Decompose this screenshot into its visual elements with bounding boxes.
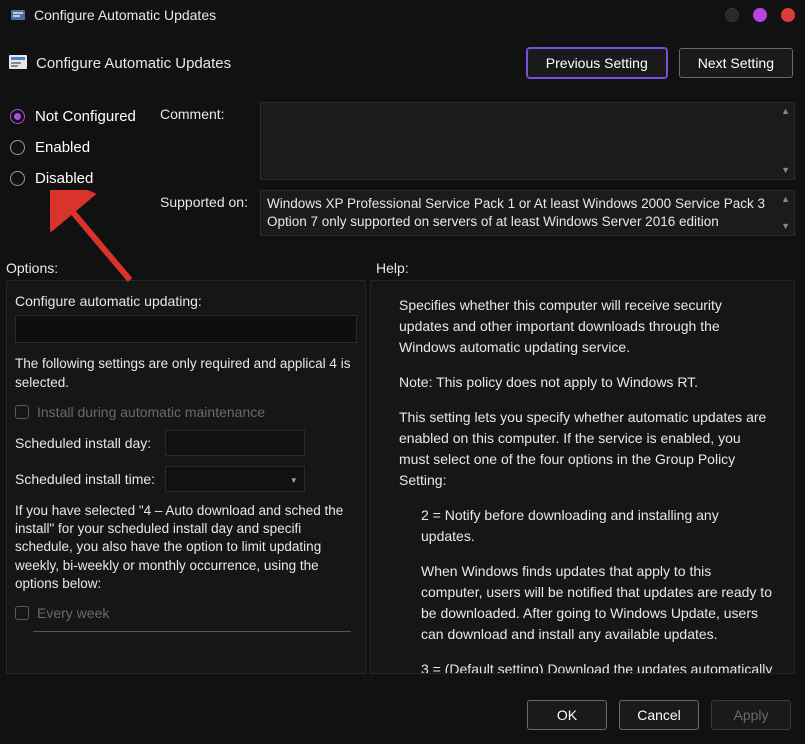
lower-panels: Configure automatic updating: The follow…	[0, 276, 805, 674]
help-header: Help:	[366, 260, 795, 276]
radio-label: Enabled	[35, 139, 90, 156]
radio-icon	[10, 171, 25, 186]
scroll-down-icon[interactable]: ▼	[781, 222, 790, 231]
scheduled-day-dropdown[interactable]	[165, 430, 305, 456]
supported-on-text: Windows XP Professional Service Pack 1 o…	[267, 196, 765, 229]
install-maintenance-checkbox-row[interactable]: Install during automatic maintenance	[15, 404, 357, 420]
install-maintenance-label: Install during automatic maintenance	[37, 404, 265, 420]
help-paragraph: 2 = Notify before downloading and instal…	[399, 505, 774, 547]
help-pane: Specifies whether this computer will rec…	[370, 280, 795, 674]
scheduled-time-dropdown[interactable]: ▾	[165, 466, 305, 492]
policy-title: Configure Automatic Updates	[36, 55, 515, 72]
scroll-up-icon[interactable]: ▲	[781, 107, 790, 116]
configure-updating-label: Configure automatic updating:	[15, 293, 357, 309]
radio-icon	[10, 109, 25, 124]
policy-header-row: Configure Automatic Updates Previous Set…	[0, 30, 805, 86]
policy-state-area: Not Configured Enabled Disabled Comment:…	[0, 86, 805, 246]
minimize-button[interactable]	[725, 8, 739, 22]
options-divider	[33, 631, 351, 632]
help-paragraph: 3 = (Default setting) Download the updat…	[399, 659, 774, 674]
help-paragraph: Specifies whether this computer will rec…	[399, 295, 774, 358]
radio-label: Disabled	[35, 170, 93, 187]
scroll-down-icon[interactable]: ▼	[781, 166, 790, 175]
previous-setting-button[interactable]: Previous Setting	[527, 48, 667, 78]
help-paragraph: Note: This policy does not apply to Wind…	[399, 372, 774, 393]
apply-button[interactable]: Apply	[711, 700, 791, 730]
scheduled-time-label: Scheduled install time:	[15, 471, 165, 487]
section-headers: Options: Help:	[0, 246, 805, 276]
window-title: Configure Automatic Updates	[34, 7, 711, 23]
configure-updating-dropdown[interactable]	[15, 315, 357, 343]
scheduled-day-label: Scheduled install day:	[15, 435, 165, 451]
radio-enabled[interactable]: Enabled	[10, 139, 160, 156]
help-paragraph: When Windows finds updates that apply to…	[399, 561, 774, 645]
radio-label: Not Configured	[35, 108, 136, 125]
scroll-up-icon[interactable]: ▲	[781, 195, 790, 204]
chevron-down-icon: ▾	[291, 475, 296, 486]
window-titlebar: Configure Automatic Updates	[0, 0, 805, 30]
options-below-note: If you have selected "4 – Auto download …	[15, 502, 357, 593]
every-week-label: Every week	[37, 605, 109, 621]
options-header: Options:	[6, 260, 366, 276]
radio-not-configured[interactable]: Not Configured	[10, 108, 160, 125]
maximize-button[interactable]	[753, 8, 767, 22]
supported-label: Supported on:	[160, 190, 260, 236]
supported-on-box: Windows XP Professional Service Pack 1 o…	[260, 190, 795, 236]
fields-column: Comment: ▲ ▼ Supported on: Windows XP Pr…	[160, 102, 795, 246]
policy-icon	[8, 54, 28, 72]
next-setting-button[interactable]: Next Setting	[679, 48, 793, 78]
every-week-checkbox-row[interactable]: Every week	[15, 605, 357, 621]
comment-label: Comment:	[160, 102, 260, 180]
checkbox-icon	[15, 405, 29, 419]
close-button[interactable]	[781, 8, 795, 22]
cancel-button[interactable]: Cancel	[619, 700, 699, 730]
checkbox-icon	[15, 606, 29, 620]
ok-button[interactable]: OK	[527, 700, 607, 730]
radio-disabled[interactable]: Disabled	[10, 170, 160, 187]
dialog-footer: OK Cancel Apply	[515, 700, 791, 730]
options-pane: Configure automatic updating: The follow…	[6, 280, 366, 674]
comment-textarea[interactable]: ▲ ▼	[260, 102, 795, 180]
help-paragraph: This setting lets you specify whether au…	[399, 407, 774, 491]
options-required-note: The following settings are only required…	[15, 355, 357, 391]
radio-column: Not Configured Enabled Disabled	[10, 102, 160, 246]
radio-icon	[10, 140, 25, 155]
app-icon	[10, 7, 26, 23]
